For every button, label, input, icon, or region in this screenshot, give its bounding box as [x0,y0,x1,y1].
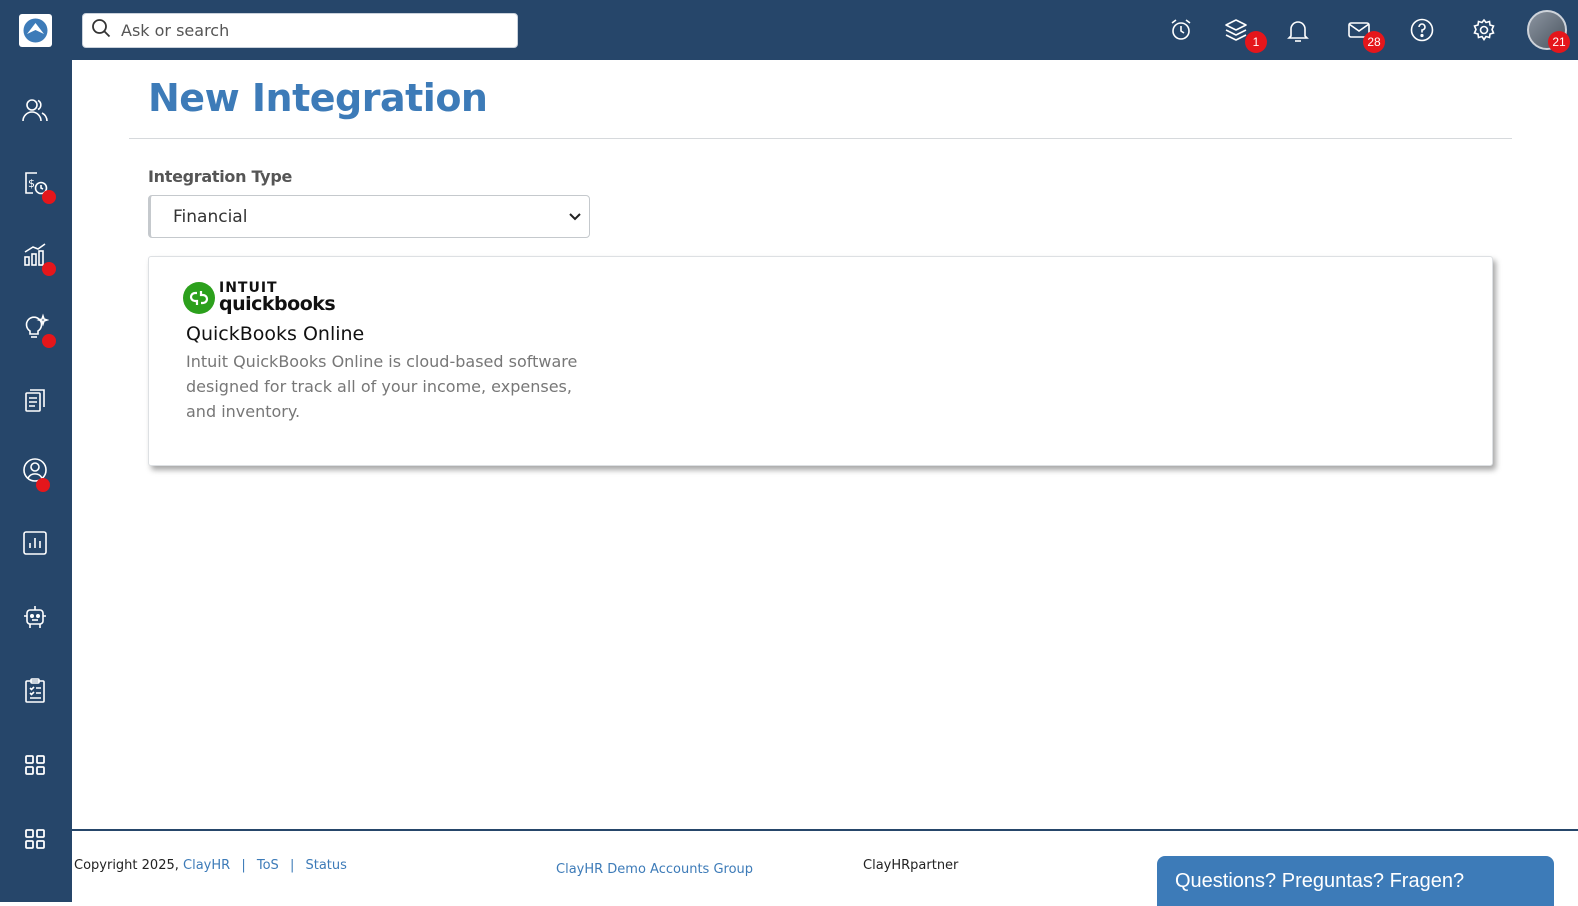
svg-text:$: $ [28,177,35,190]
footer-separator: | [289,858,295,873]
quickbooks-logo: INTUIT quickbooks [183,281,336,315]
integration-type-label: Integration Type [148,167,293,186]
footer-divider [72,829,1578,831]
integration-type-select[interactable]: Financial [148,195,590,238]
sidebar-item-apps[interactable] [18,748,52,782]
group-link[interactable]: ClayHR Demo Accounts Group [556,862,753,877]
top-bar: 1 28 21 [0,0,1578,60]
copyright-text: Copyright 2025, [74,858,179,873]
layers-badge: 1 [1245,31,1267,53]
chevron-down-icon [567,208,583,229]
sidebar: $ [0,60,72,902]
sidebar-item-reports[interactable] [18,526,52,560]
sidebar-item-assistant[interactable] [18,599,52,633]
card-description: Intuit QuickBooks Online is cloud-based … [186,352,578,421]
card-title: QuickBooks Online [186,323,365,345]
tos-link[interactable]: ToS [257,858,279,873]
footer-left: Copyright 2025, ClayHR | ToS | Status [74,858,347,873]
search-input[interactable] [121,21,501,40]
avatar-badge: 21 [1548,31,1570,53]
footer-separator: | [241,858,246,873]
integration-type-value: Financial [173,206,248,227]
gear-icon[interactable] [1466,12,1502,48]
qb-icon [183,281,215,314]
mail-badge: 28 [1363,31,1385,53]
sidebar-item-checklist[interactable] [18,673,52,707]
search-bar[interactable] [82,13,518,48]
footer-partner: ClayHRpartner [863,858,959,873]
status-link[interactable]: Status [305,858,346,873]
sidebar-notification-dot [36,478,50,492]
help-icon[interactable] [1404,12,1440,48]
sidebar-item-documents[interactable] [18,383,52,417]
help-chat-tab[interactable]: Questions? Preguntas? Fragen? [1157,856,1554,906]
footer-group: ClayHR Demo Accounts Group [556,862,753,877]
sidebar-item-people[interactable] [18,93,52,127]
bell-icon[interactable] [1280,12,1316,48]
alarm-clock-icon[interactable] [1163,12,1199,48]
clayhr-logo[interactable] [19,14,52,47]
sidebar-notification-dot [42,190,56,204]
title-divider [129,138,1512,139]
logo-product: quickbooks [219,293,336,315]
quickbooks-integration-card[interactable]: INTUIT quickbooks QuickBooks Online Intu… [148,256,1493,466]
sidebar-notification-dot [42,334,56,348]
sidebar-item-more-apps[interactable] [18,822,52,856]
search-icon [91,18,111,43]
clayhr-link[interactable]: ClayHR [183,858,230,873]
sidebar-notification-dot [42,262,56,276]
page-title: New Integration [148,76,488,120]
